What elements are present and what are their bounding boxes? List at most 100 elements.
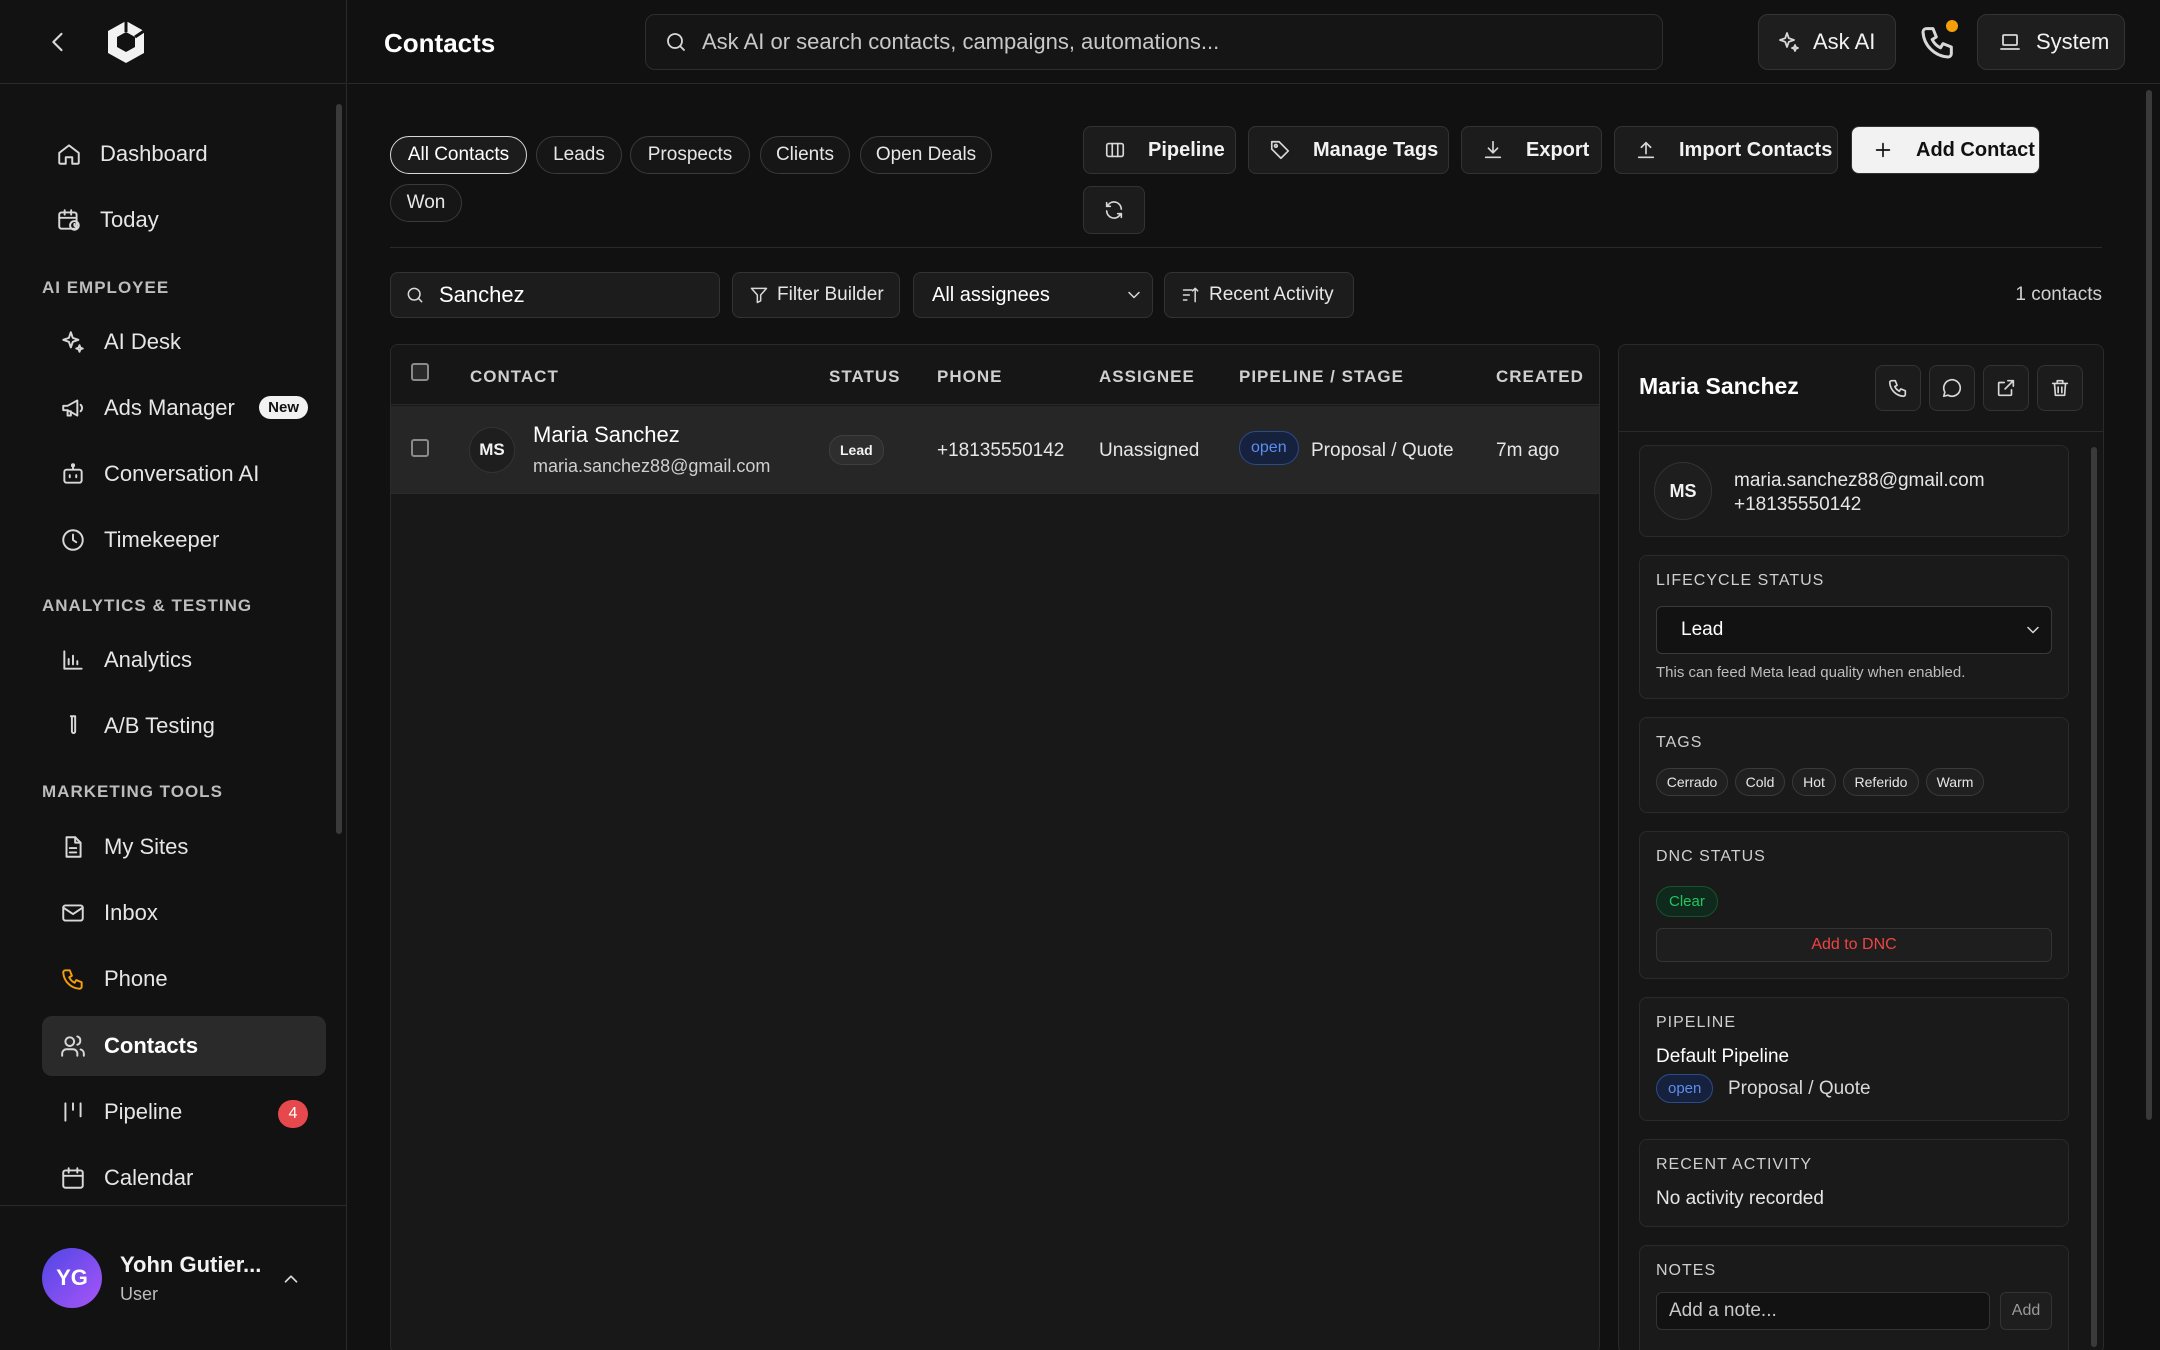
filter-won[interactable]: Won xyxy=(390,184,462,222)
details-scrollbar[interactable] xyxy=(2091,437,2097,1350)
contact-search-input[interactable] xyxy=(439,282,699,308)
laptop-icon xyxy=(2000,34,2020,50)
sidebar-item-contacts[interactable]: Contacts xyxy=(42,1016,326,1076)
row-checkbox[interactable] xyxy=(411,439,429,457)
calendar-clock-icon xyxy=(58,209,80,231)
recent-activity-sort-button[interactable]: Recent Activity xyxy=(1164,272,1354,318)
assignee-select[interactable]: All assignees xyxy=(913,272,1153,318)
tag-chip[interactable]: Warm xyxy=(1926,768,1984,796)
col-contact[interactable]: CONTACT xyxy=(470,367,559,387)
theme-system-button[interactable]: System xyxy=(1977,14,2125,70)
contact-search[interactable] xyxy=(390,272,720,318)
tag-chip[interactable]: Cerrado xyxy=(1656,768,1728,796)
import-contacts-button[interactable]: Import Contacts xyxy=(1614,126,1838,174)
delete-button[interactable] xyxy=(2037,365,2083,411)
section-analytics-testing: ANALYTICS & TESTING xyxy=(42,596,253,615)
download-icon xyxy=(1484,140,1502,159)
new-badge: New xyxy=(259,396,308,419)
message-circle-icon xyxy=(1942,378,1962,398)
scrollbar-thumb[interactable] xyxy=(336,104,342,834)
filter-open-deals[interactable]: Open Deals xyxy=(860,136,992,174)
sidebar-item-ab-testing[interactable]: A/B Testing xyxy=(42,696,326,756)
details-phone[interactable]: +18135550142 xyxy=(1734,494,1861,516)
export-button[interactable]: Export xyxy=(1461,126,1602,174)
manage-tags-button[interactable]: Manage Tags xyxy=(1248,126,1449,174)
open-external-button[interactable] xyxy=(1983,365,2029,411)
phone-icon xyxy=(1888,379,1907,398)
add-to-dnc-button[interactable]: Add to DNC xyxy=(1656,928,2052,962)
sidebar-item-inbox[interactable]: Inbox xyxy=(42,883,326,943)
add-contact-button[interactable]: Add Contact xyxy=(1851,126,2040,174)
col-created[interactable]: CREATED xyxy=(1496,367,1584,387)
contact-name[interactable]: Maria Sanchez xyxy=(533,422,680,448)
global-search-input[interactable] xyxy=(702,29,1602,55)
deal-state-badge: open xyxy=(1239,431,1299,465)
col-assignee[interactable]: ASSIGNEE xyxy=(1099,367,1195,387)
chevron-up-icon[interactable] xyxy=(280,1268,302,1290)
user-role: User xyxy=(120,1284,159,1304)
sidebar-item-label: AI Desk xyxy=(104,329,182,354)
chevron-down-icon xyxy=(2027,626,2039,634)
recent-activity-card: RECENT ACTIVITY No activity recorded xyxy=(1639,1139,2069,1227)
add-note-button[interactable]: Add xyxy=(2000,1292,2052,1330)
tag-chip[interactable]: Cold xyxy=(1735,768,1785,796)
sidebar-item-today[interactable]: Today xyxy=(42,190,326,250)
sidebar-item-phone[interactable]: Phone xyxy=(42,949,326,1009)
plus-icon xyxy=(1875,142,1891,158)
sidebar-item-analytics[interactable]: Analytics xyxy=(42,630,326,690)
sidebar-item-calendar[interactable]: Calendar xyxy=(42,1148,326,1208)
col-pipeline-stage[interactable]: PIPELINE / STAGE xyxy=(1239,367,1404,387)
dnc-card: DNC STATUS Clear Add to DNC xyxy=(1639,831,2069,979)
chevron-left-icon[interactable] xyxy=(44,28,72,56)
tag-icon xyxy=(1270,140,1290,160)
calendar-icon xyxy=(62,1167,84,1189)
note-input[interactable] xyxy=(1656,1292,1990,1330)
main-scrollbar[interactable] xyxy=(2146,84,2154,1350)
scrollbar-thumb[interactable] xyxy=(2091,447,2097,1347)
tags-title: TAGS xyxy=(1656,734,1703,751)
sidebar-item-ai-desk[interactable]: AI Desk xyxy=(42,312,326,372)
filter-clients[interactable]: Clients xyxy=(760,136,850,174)
pipeline-button[interactable]: Pipeline xyxy=(1083,126,1236,174)
col-phone[interactable]: PHONE xyxy=(937,367,1002,387)
scrollbar-thumb[interactable] xyxy=(2146,90,2152,1120)
details-email[interactable]: maria.sanchez88@gmail.com xyxy=(1734,470,1985,492)
filter-all-contacts[interactable]: All Contacts xyxy=(390,136,527,174)
sidebar-item-timekeeper[interactable]: Timekeeper xyxy=(42,510,326,570)
filter-builder-button[interactable]: Filter Builder xyxy=(732,272,900,318)
manage-tags-label: Manage Tags xyxy=(1313,138,1439,161)
sidebar-item-ads-manager[interactable]: Ads Manager New xyxy=(42,378,326,438)
recent-activity-title: RECENT ACTIVITY xyxy=(1656,1156,1813,1173)
sidebar-scrollbar[interactable] xyxy=(336,84,342,1199)
message-button[interactable] xyxy=(1929,365,1975,411)
select-all-checkbox[interactable] xyxy=(411,363,429,381)
notification-dot xyxy=(1946,20,1958,32)
sidebar-item-my-sites[interactable]: My Sites xyxy=(42,817,326,877)
sidebar-item-label: My Sites xyxy=(104,834,189,859)
global-search[interactable] xyxy=(645,14,1663,70)
filter-prospects[interactable]: Prospects xyxy=(630,136,750,174)
sidebar-item-dashboard[interactable]: Dashboard xyxy=(42,124,326,184)
logo-icon[interactable] xyxy=(104,18,148,66)
sidebar-item-label: Dashboard xyxy=(100,141,208,166)
upload-icon xyxy=(1637,141,1655,159)
sidebar-item-label: Timekeeper xyxy=(104,527,220,552)
lifecycle-select[interactable]: Lead xyxy=(1656,606,2052,654)
call-button[interactable] xyxy=(1875,365,1921,411)
ask-ai-button[interactable]: Ask AI xyxy=(1758,14,1896,70)
table-row[interactable]: MS Maria Sanchez maria.sanchez88@gmail.c… xyxy=(391,406,1599,494)
tag-chip[interactable]: Referido xyxy=(1843,768,1919,796)
sidebar-item-label: Calendar xyxy=(104,1165,194,1190)
section-marketing-tools: MARKETING TOOLS xyxy=(42,782,223,801)
sidebar-item-conversation-ai[interactable]: Conversation AI xyxy=(42,444,326,504)
refresh-button[interactable] xyxy=(1083,186,1145,234)
user-menu[interactable]: YG Yohn Gutier... User xyxy=(0,1205,347,1350)
sidebar-item-pipeline[interactable]: Pipeline 4 xyxy=(42,1082,326,1142)
file-icon xyxy=(65,836,82,858)
tags-card: TAGS Cerrado Cold Hot Referido Warm xyxy=(1639,717,2069,813)
tag-chip[interactable]: Hot xyxy=(1792,768,1836,796)
col-status[interactable]: STATUS xyxy=(829,367,900,387)
filter-leads[interactable]: Leads xyxy=(536,136,622,174)
pipeline-name: Default Pipeline xyxy=(1656,1046,1790,1067)
add-contact-label: Add Contact xyxy=(1916,138,2035,161)
